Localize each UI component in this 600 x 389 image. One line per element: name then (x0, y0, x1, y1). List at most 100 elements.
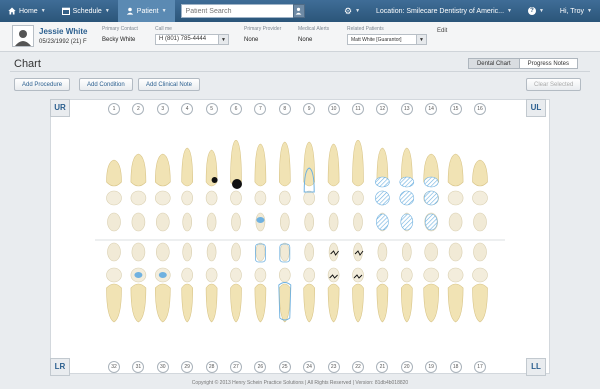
add-clinical-note-button[interactable]: Add Clinical Note (138, 78, 201, 91)
lower-occlusal-20[interactable] (400, 267, 413, 283)
lower-tooth-17[interactable] (472, 283, 488, 323)
lower-lingual-18[interactable] (448, 242, 463, 262)
upper-occlusal-10[interactable] (327, 190, 340, 206)
lower-lingual-20[interactable] (401, 242, 412, 262)
upper-lingual-16[interactable] (473, 212, 487, 232)
help-menu[interactable]: ? ▼ (520, 0, 552, 22)
lower-occlusal-32[interactable] (106, 267, 122, 283)
upper-occlusal-2[interactable] (130, 190, 147, 206)
lower-tooth-30[interactable] (154, 283, 171, 323)
patient-name[interactable]: Jessie White (39, 27, 87, 36)
nav-home[interactable]: Home ▼ (0, 0, 54, 22)
tab-dental-chart[interactable]: Dental Chart (467, 58, 520, 69)
upper-tooth-10[interactable] (327, 143, 340, 187)
add-condition-button[interactable]: Add Condition (79, 78, 133, 91)
upper-tooth-9[interactable] (303, 141, 316, 187)
lower-lingual-19[interactable] (424, 242, 439, 262)
upper-lingual-5[interactable] (206, 212, 217, 232)
nav-patient[interactable]: Patient ▼ (117, 0, 175, 22)
upper-tooth-16[interactable] (472, 159, 488, 187)
tooth-number-18[interactable]: 18 (449, 361, 462, 373)
tooth-number-20[interactable]: 20 (400, 361, 413, 373)
lower-tooth-25[interactable] (278, 283, 291, 323)
tooth-number-10[interactable]: 10 (327, 103, 340, 115)
lower-tooth-28[interactable] (205, 283, 218, 323)
lower-occlusal-29[interactable] (181, 267, 193, 283)
tooth-number-16[interactable]: 16 (474, 103, 486, 115)
upper-tooth-3[interactable] (154, 153, 171, 187)
upper-lingual-10[interactable] (328, 212, 339, 232)
lower-lingual-21[interactable] (377, 242, 388, 262)
search-button[interactable] (292, 4, 305, 18)
related-patients-select[interactable]: Matt White [Guarantor] ▼ (347, 34, 427, 45)
edit-patient-link[interactable]: Edit (437, 28, 447, 34)
upper-occlusal-1[interactable] (106, 190, 122, 206)
tooth-number-30[interactable]: 30 (156, 361, 169, 373)
upper-tooth-1[interactable] (106, 159, 122, 187)
lower-lingual-24[interactable] (304, 242, 314, 262)
lower-occlusal-27[interactable] (230, 267, 242, 283)
upper-occlusal-16[interactable] (472, 190, 488, 206)
lower-tooth-22[interactable] (352, 283, 364, 323)
tooth-number-22[interactable]: 22 (352, 361, 364, 373)
tab-progress-notes[interactable]: Progress Notes (519, 58, 578, 69)
tooth-number-1[interactable]: 1 (108, 103, 120, 115)
add-procedure-button[interactable]: Add Procedure (14, 78, 71, 91)
tooth-number-23[interactable]: 23 (327, 361, 340, 373)
tooth-number-13[interactable]: 13 (400, 103, 413, 115)
upper-occlusal-7[interactable] (254, 190, 267, 206)
upper-lingual-2[interactable] (131, 212, 146, 232)
lower-tooth-27[interactable] (230, 283, 242, 323)
upper-occlusal-11[interactable] (352, 190, 364, 206)
settings-menu[interactable]: ⚙ ▼ (336, 0, 368, 22)
tooth-number-32[interactable]: 32 (108, 361, 120, 373)
lower-lingual-30[interactable] (156, 242, 170, 262)
lower-tooth-23[interactable] (327, 283, 340, 323)
upper-occlusal-6[interactable] (230, 190, 242, 206)
lower-tooth-20[interactable] (400, 283, 413, 323)
upper-lingual-3[interactable] (156, 212, 170, 232)
upper-tooth-6[interactable] (230, 140, 242, 187)
lower-tooth-29[interactable] (181, 283, 194, 323)
lower-occlusal-17[interactable] (472, 267, 488, 283)
tooth-number-6[interactable]: 6 (230, 103, 242, 115)
lower-occlusal-24[interactable] (303, 267, 315, 283)
upper-tooth-4[interactable] (181, 147, 194, 187)
lower-occlusal-18[interactable] (447, 267, 464, 283)
clear-selected-button[interactable]: Clear Selected (526, 78, 582, 91)
nav-schedule[interactable]: Schedule ▼ (54, 0, 118, 22)
lower-lingual-29[interactable] (182, 242, 192, 262)
lower-occlusal-19[interactable] (423, 267, 440, 283)
tooth-number-5[interactable]: 5 (205, 103, 218, 115)
tooth-number-15[interactable]: 15 (449, 103, 462, 115)
lower-lingual-17[interactable] (473, 242, 487, 262)
lower-lingual-31[interactable] (131, 242, 146, 262)
upper-lingual-15[interactable] (448, 212, 463, 232)
upper-tooth-8[interactable] (278, 141, 291, 187)
upper-occlusal-9[interactable] (303, 190, 315, 206)
tooth-number-11[interactable]: 11 (352, 103, 364, 115)
lower-lingual-28[interactable] (206, 242, 217, 262)
lower-occlusal-26[interactable] (254, 267, 267, 283)
lower-tooth-21[interactable] (376, 283, 389, 323)
upper-lingual-6[interactable] (231, 212, 241, 232)
tooth-number-28[interactable]: 28 (205, 361, 218, 373)
location-menu[interactable]: Location: Smilecare Dentistry of Americ.… (368, 0, 520, 22)
upper-lingual-9[interactable] (304, 212, 314, 232)
upper-occlusal-8[interactable] (279, 190, 291, 206)
tooth-number-17[interactable]: 17 (474, 361, 486, 373)
lower-tooth-19[interactable] (423, 283, 440, 323)
lower-tooth-24[interactable] (303, 283, 316, 323)
upper-lingual-11[interactable] (353, 212, 363, 232)
lower-occlusal-28[interactable] (205, 267, 218, 283)
lower-tooth-18[interactable] (447, 283, 464, 323)
tooth-number-8[interactable]: 8 (278, 103, 291, 115)
upper-occlusal-3[interactable] (155, 190, 171, 206)
lower-lingual-25[interactable] (280, 242, 290, 262)
lower-occlusal-25[interactable] (279, 267, 291, 283)
upper-lingual-1[interactable] (107, 212, 121, 232)
tooth-number-25[interactable]: 25 (278, 361, 291, 373)
patient-search-input[interactable] (180, 4, 293, 18)
upper-tooth-11[interactable] (352, 140, 364, 187)
lower-tooth-26[interactable] (254, 283, 267, 323)
